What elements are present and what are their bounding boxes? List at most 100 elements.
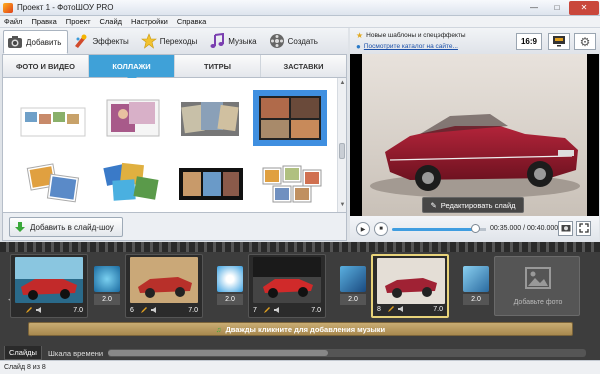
- fullscreen-icon: [578, 222, 589, 235]
- catalog-link[interactable]: Посмотрите каталог на сайте...: [364, 43, 458, 50]
- pencil-icon[interactable]: [25, 306, 33, 314]
- menu-slide[interactable]: Слайд: [100, 17, 123, 26]
- timeline-scrollbar[interactable]: [108, 349, 586, 357]
- collage-template[interactable]: [177, 96, 245, 140]
- pencil-icon[interactable]: [140, 306, 148, 314]
- transition-duration: 2.0: [340, 294, 366, 305]
- info-panel: ★ Новые шаблоны и спецэффекты ● Посмотри…: [350, 28, 600, 54]
- tab-titles[interactable]: ТИТРЫ: [175, 55, 261, 77]
- music-track-bar[interactable]: ♫ Дважды кликните для добавления музыки: [28, 322, 573, 336]
- transition-duration: 2.0: [217, 294, 243, 305]
- gallery-scrollbar[interactable]: ▲ ▼: [337, 78, 346, 212]
- fullscreen-button[interactable]: [576, 221, 591, 236]
- transition[interactable]: 2.0: [340, 266, 366, 306]
- window-title: Проект 1 - ФотоШОУ PRO: [17, 3, 114, 12]
- speaker-icon[interactable]: [150, 306, 158, 314]
- close-icon[interactable]: ✕: [569, 0, 599, 15]
- slide-duration: 7.0: [311, 307, 321, 314]
- minimize-icon[interactable]: —: [523, 1, 545, 15]
- add-photo-placeholder[interactable]: Добавьте фото: [494, 256, 580, 316]
- status-bar: Слайд 8 из 8: [0, 360, 600, 374]
- collage-template-selected[interactable]: [253, 90, 327, 146]
- transition[interactable]: 2.0: [463, 266, 489, 306]
- pencil-icon[interactable]: [263, 306, 271, 314]
- tab-intros[interactable]: ЗАСТАВКИ: [261, 55, 346, 77]
- slide-thumbnail: [377, 258, 445, 304]
- maximize-icon[interactable]: □: [546, 1, 568, 15]
- palette-icon: [73, 33, 89, 49]
- image-placeholder-icon: [525, 267, 551, 291]
- music-add-icon: ♫: [215, 324, 222, 334]
- slide-duration: 7.0: [73, 307, 83, 314]
- timeline-slide[interactable]: 7 7.0: [248, 254, 326, 318]
- stop-icon[interactable]: ■: [374, 222, 388, 236]
- transition-thumbnail: [340, 266, 366, 292]
- timeline-scroll-thumb[interactable]: [108, 350, 328, 356]
- slide-number: 6: [130, 307, 134, 314]
- screen-mode-button[interactable]: [548, 33, 570, 50]
- edit-slide-label: Редактировать слайд: [440, 200, 516, 210]
- timeline-slide[interactable]: 7.0: [10, 254, 88, 318]
- news-label: Новые шаблоны и спецэффекты: [366, 32, 466, 39]
- add-photo-label: Добавьте фото: [513, 299, 563, 306]
- tab-collages[interactable]: КОЛЛАЖИ: [89, 55, 175, 82]
- slide-thumbnail: [253, 257, 321, 303]
- scroll-down-icon[interactable]: ▼: [339, 202, 346, 210]
- tab-music[interactable]: Музыка: [205, 30, 263, 52]
- green-arrow-down-icon: [14, 221, 26, 233]
- tab-transitions[interactable]: Переходы: [137, 30, 205, 52]
- slide-number: 8: [377, 306, 381, 313]
- slide-thumbnail: [15, 257, 83, 303]
- monitor-icon: [552, 35, 566, 49]
- timeline-slide-selected[interactable]: 8 7.0: [371, 254, 449, 318]
- timeline-slide[interactable]: 6 7.0: [125, 254, 203, 318]
- transition-thumbnail: [94, 266, 120, 292]
- menu-help[interactable]: Справка: [177, 17, 206, 26]
- collage-template[interactable]: [19, 162, 87, 206]
- menu-project[interactable]: Проект: [66, 17, 91, 26]
- seek-handle[interactable]: [471, 224, 480, 233]
- tab-create[interactable]: Создать: [265, 30, 325, 52]
- transition-duration: 2.0: [463, 294, 489, 305]
- seek-bar-fill: [392, 228, 476, 231]
- status-text: Слайд 8 из 8: [4, 364, 46, 371]
- tab-photo-video[interactable]: ФОТО И ВИДЕО: [3, 55, 89, 77]
- tab-effects-label: Эффекты: [92, 36, 129, 46]
- collage-template[interactable]: [19, 100, 87, 144]
- collage-template[interactable]: [99, 160, 167, 204]
- edit-slide-button[interactable]: ✎ Редактировать слайд: [422, 197, 524, 213]
- menu-file[interactable]: Файл: [4, 17, 22, 26]
- menu-edit[interactable]: Правка: [31, 17, 56, 26]
- star-small-icon: ★: [356, 31, 364, 40]
- tab-add[interactable]: Добавить: [3, 30, 69, 54]
- settings-button[interactable]: ⚙: [574, 33, 596, 50]
- slide-duration: 7.0: [188, 307, 198, 314]
- speaker-icon[interactable]: [273, 306, 281, 314]
- scroll-thumb[interactable]: [339, 143, 345, 159]
- menu-settings[interactable]: Настройки: [131, 17, 168, 26]
- main-toolbar: Добавить Эффекты Переходы Музыка Создать: [0, 28, 348, 54]
- collage-template[interactable]: [99, 96, 167, 140]
- snapshot-button[interactable]: [558, 221, 573, 236]
- add-to-slideshow-button[interactable]: Добавить в слайд-шоу: [9, 217, 123, 237]
- gallery-actions: Добавить в слайд-шоу: [2, 213, 347, 241]
- pencil-icon[interactable]: [387, 305, 395, 313]
- star-icon: [140, 33, 157, 49]
- scroll-up-icon[interactable]: ▲: [339, 80, 346, 88]
- speaker-icon[interactable]: [35, 306, 43, 314]
- speaker-icon[interactable]: [397, 305, 405, 313]
- transition[interactable]: 2.0: [94, 266, 120, 306]
- tab-slides[interactable]: Слайды: [4, 346, 42, 360]
- play-icon[interactable]: ▶: [356, 222, 370, 236]
- collage-template[interactable]: [257, 162, 325, 206]
- gear-icon: ⚙: [579, 34, 591, 49]
- camera-icon: [7, 34, 23, 50]
- aspect-ratio-button[interactable]: 16:9: [516, 33, 542, 50]
- transition[interactable]: 2.0: [217, 266, 243, 306]
- catalog-line: ● Посмотрите каталог на сайте...: [356, 42, 458, 51]
- collage-template[interactable]: [177, 162, 245, 206]
- tab-effects[interactable]: Эффекты: [69, 30, 135, 52]
- tab-timeline[interactable]: Шкала времени: [44, 346, 107, 360]
- preview-image: [362, 54, 587, 216]
- tab-add-label: Добавить: [26, 37, 62, 47]
